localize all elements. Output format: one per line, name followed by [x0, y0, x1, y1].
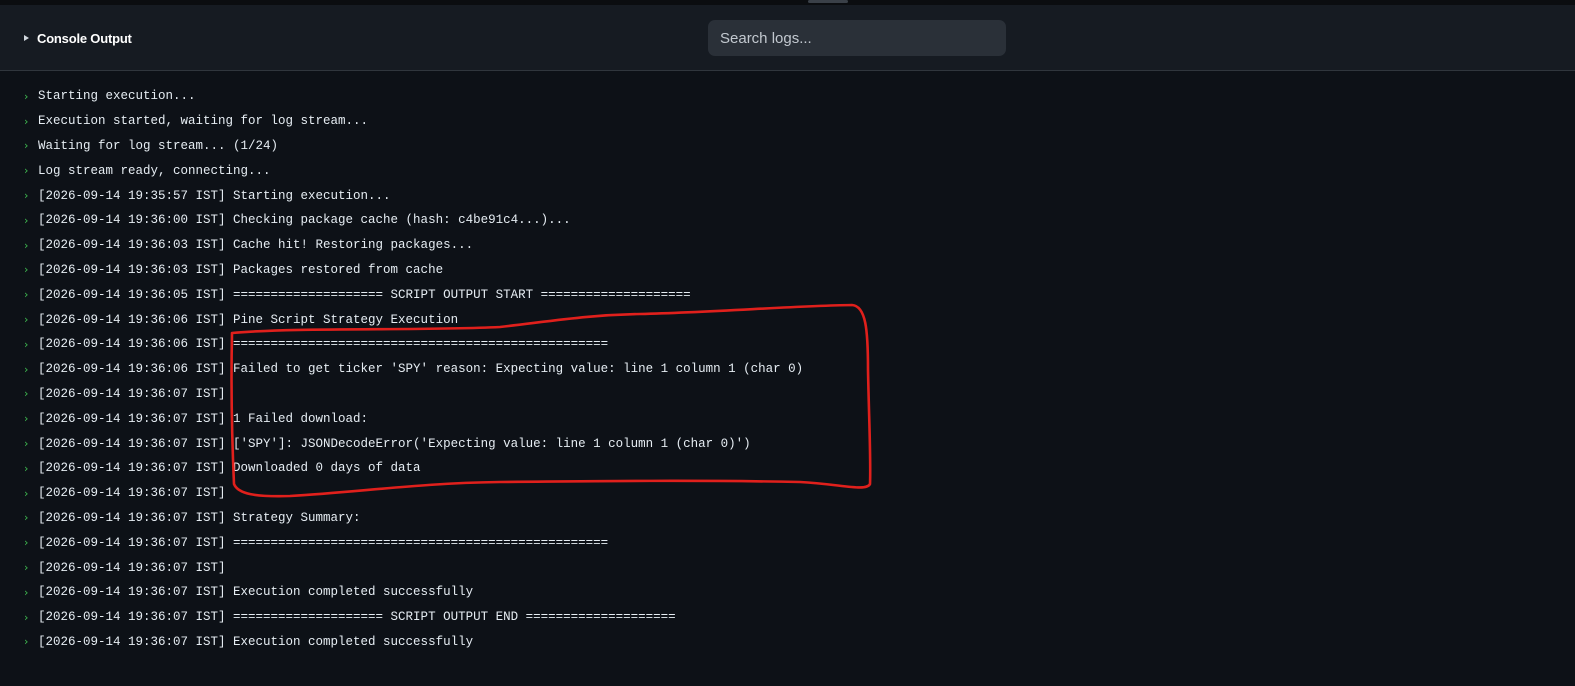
log-line: › Log stream ready, connecting... [0, 158, 1575, 183]
log-text: [2026-09-14 19:36:07 IST] Downloaded 0 d… [38, 461, 421, 476]
console-header: Console Output [0, 5, 1575, 71]
log-line: › [2026-09-14 19:36:06 IST] Pine Script S… [0, 307, 1575, 332]
log-text: [2026-09-14 19:36:06 IST] ==============… [38, 337, 609, 352]
log-text: [2026-09-14 19:36:07 IST] [38, 560, 226, 575]
log-line: › [2026-09-14 19:36:07 IST] [0, 382, 1575, 407]
log-line: › [2026-09-14 19:36:03 IST] Cache hit! Re… [0, 233, 1575, 258]
chevron-right-icon: › [24, 585, 29, 599]
log-line: › Starting execution... [0, 84, 1575, 109]
log-text: [2026-09-14 19:36:05 IST] ==============… [38, 287, 691, 302]
log-text: [2026-09-14 19:36:07 IST] ['SPY']: JSOND… [38, 436, 751, 451]
log-text: [2026-09-14 19:36:07 IST] ==============… [38, 610, 676, 625]
log-text: [2026-09-14 19:36:07 IST] ==============… [38, 535, 609, 550]
log-line: › Waiting for log stream... (1/24) [0, 134, 1575, 159]
log-line: › [2026-09-14 19:35:57 IST] Starting exec… [0, 183, 1575, 208]
chevron-right-icon: › [24, 189, 29, 203]
chevron-right-icon: › [24, 139, 29, 153]
log-line: › [2026-09-14 19:36:07 IST] [0, 555, 1575, 580]
chevron-right-icon: › [24, 362, 29, 376]
log-text: [2026-09-14 19:36:06 IST] Pine Script St… [38, 312, 459, 327]
chevron-right-icon: › [24, 89, 29, 103]
chevron-right-icon: › [24, 213, 29, 227]
log-line: › [2026-09-14 19:36:07 IST] =============… [0, 530, 1575, 555]
log-line: › [2026-09-14 19:36:07 IST] Execution com… [0, 580, 1575, 605]
resize-handle[interactable] [808, 0, 848, 3]
chevron-right-icon: › [24, 263, 29, 277]
log-text: Log stream ready, connecting... [38, 163, 271, 178]
search-logs-input[interactable] [708, 20, 1006, 56]
log-line: › [2026-09-14 19:36:06 IST] Failed to get… [0, 357, 1575, 382]
log-line: › [2026-09-14 19:36:07 IST] ['SPY']: JSON… [0, 431, 1575, 456]
log-line: › [2026-09-14 19:36:05 IST] =============… [0, 282, 1575, 307]
log-text: [2026-09-14 19:36:03 IST] Cache hit! Res… [38, 238, 474, 253]
caret-right-icon [24, 35, 29, 41]
log-text: Execution started, waiting for log strea… [38, 114, 369, 129]
chevron-right-icon: › [24, 486, 29, 500]
chevron-right-icon: › [24, 437, 29, 451]
chevron-right-icon: › [24, 337, 29, 351]
chevron-right-icon: › [24, 114, 29, 128]
log-text: [2026-09-14 19:36:03 IST] Packages resto… [38, 262, 444, 277]
chevron-right-icon: › [24, 635, 29, 649]
chevron-right-icon: › [24, 511, 29, 525]
log-line: › [2026-09-14 19:36:06 IST] =============… [0, 332, 1575, 357]
log-text: [2026-09-14 19:36:07 IST] 1 Failed downl… [38, 411, 369, 426]
chevron-right-icon: › [24, 610, 29, 624]
log-output: › Starting execution... › Execution started… [0, 84, 1575, 654]
chevron-right-icon: › [24, 164, 29, 178]
log-text: [2026-09-14 19:36:07 IST] [38, 486, 226, 501]
chevron-right-icon: › [24, 288, 29, 302]
log-text: [2026-09-14 19:36:00 IST] Checking packa… [38, 213, 571, 228]
chevron-right-icon: › [24, 412, 29, 426]
log-text: [2026-09-14 19:36:07 IST] [38, 386, 226, 401]
chevron-right-icon: › [24, 536, 29, 550]
log-line: › [2026-09-14 19:36:07 IST] Execution com… [0, 630, 1575, 655]
log-text: [2026-09-14 19:36:07 IST] Execution comp… [38, 634, 474, 649]
chevron-right-icon: › [24, 238, 29, 252]
log-line: › [2026-09-14 19:36:07 IST] =============… [0, 605, 1575, 630]
console-collapse-toggle[interactable]: Console Output [24, 28, 132, 48]
chevron-right-icon: › [24, 561, 29, 575]
chevron-right-icon: › [24, 313, 29, 327]
log-line: › Execution started, waiting for log stre… [0, 109, 1575, 134]
log-line: › [2026-09-14 19:36:07 IST] [0, 481, 1575, 506]
chevron-right-icon: › [24, 461, 29, 475]
log-text: [2026-09-14 19:36:07 IST] Strategy Summa… [38, 510, 361, 525]
log-line: › [2026-09-14 19:36:07 IST] Downloaded 0 … [0, 456, 1575, 481]
log-text: [2026-09-14 19:36:07 IST] Execution comp… [38, 585, 474, 600]
console-title: Console Output [37, 30, 132, 46]
log-text: [2026-09-14 19:35:57 IST] Starting execu… [38, 188, 391, 203]
log-line: › [2026-09-14 19:36:03 IST] Packages rest… [0, 258, 1575, 283]
log-text: Starting execution... [38, 89, 196, 104]
log-line: › [2026-09-14 19:36:07 IST] Strategy Summ… [0, 506, 1575, 531]
log-line: › [2026-09-14 19:36:07 IST] 1 Failed down… [0, 406, 1575, 431]
log-line: › [2026-09-14 19:36:00 IST] Checking pack… [0, 208, 1575, 233]
chevron-right-icon: › [24, 387, 29, 401]
log-text: [2026-09-14 19:36:06 IST] Failed to get … [38, 362, 804, 377]
log-text: Waiting for log stream... (1/24) [38, 138, 279, 153]
